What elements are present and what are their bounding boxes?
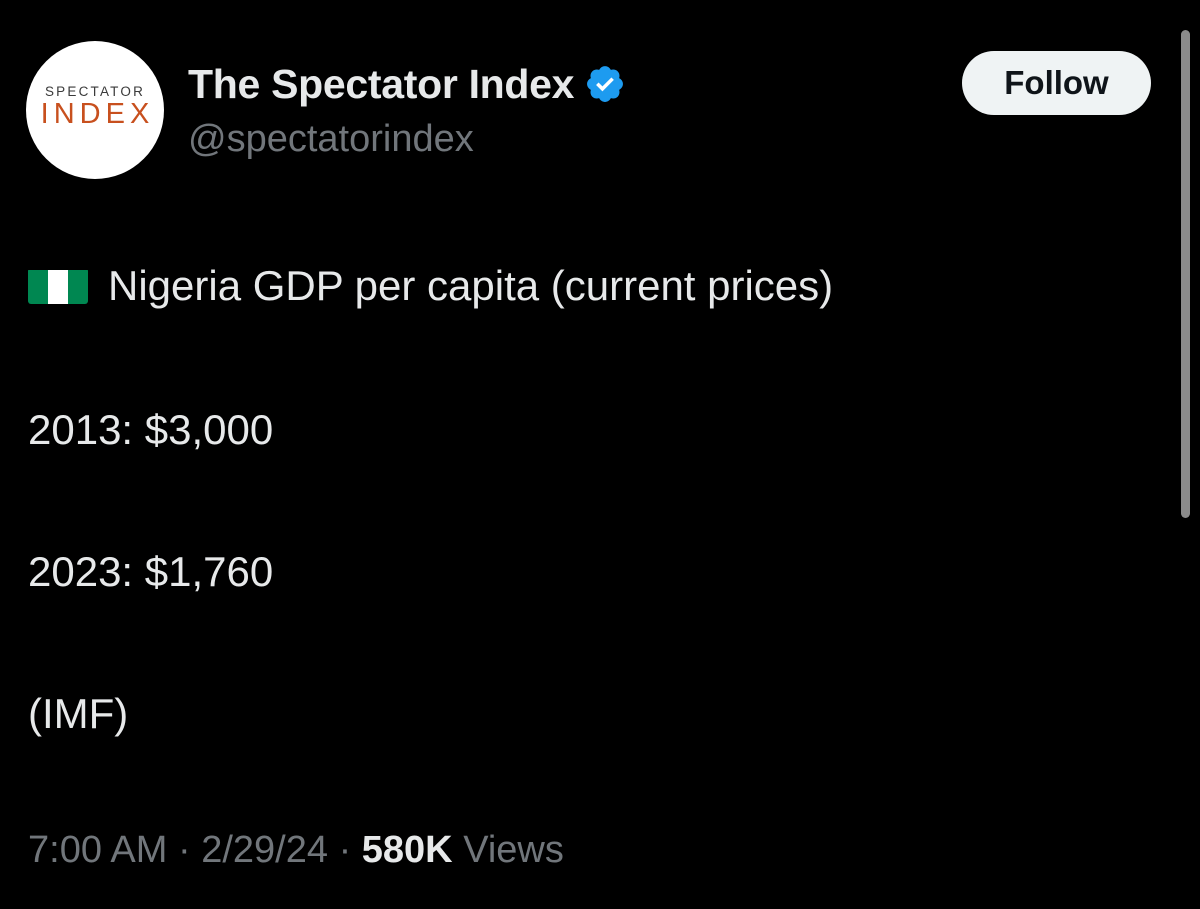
tweet-page: SPECTATOR INDEX The Spectator Index @spe… (0, 0, 1200, 909)
name-row: The Spectator Index (188, 58, 626, 110)
scrollbar[interactable] (1181, 30, 1190, 518)
handle[interactable]: @spectatorindex (188, 118, 474, 161)
tweet-source: (IMF) (28, 690, 129, 737)
follow-button[interactable]: Follow (962, 51, 1151, 115)
avatar-logo-top: SPECTATOR (44, 84, 146, 99)
tweet-title: Nigeria GDP per capita (current prices) (108, 262, 834, 309)
tweet-line-2013: 2013: $3,000 (28, 406, 274, 453)
display-name[interactable]: The Spectator Index (188, 61, 574, 108)
avatar-logo-bottom: INDEX (40, 98, 155, 130)
tweet-date[interactable]: 2/29/24 (201, 829, 328, 871)
avatar[interactable]: SPECTATOR INDEX (26, 41, 164, 179)
meta-separator: · (177, 829, 191, 871)
views-count[interactable]: 580K (362, 829, 453, 871)
tweet-time[interactable]: 7:00 AM (28, 829, 167, 871)
tweet-meta: 7:00 AM · 2/29/24 · 580K Views (28, 829, 564, 872)
tweet-line-2023: 2023: $1,760 (28, 548, 274, 595)
nigeria-flag-icon (28, 268, 88, 304)
verified-badge-icon (584, 63, 626, 105)
views-label: Views (463, 829, 564, 871)
meta-separator: · (338, 829, 352, 871)
tweet-title-line: Nigeria GDP per capita (current prices) (28, 262, 833, 310)
